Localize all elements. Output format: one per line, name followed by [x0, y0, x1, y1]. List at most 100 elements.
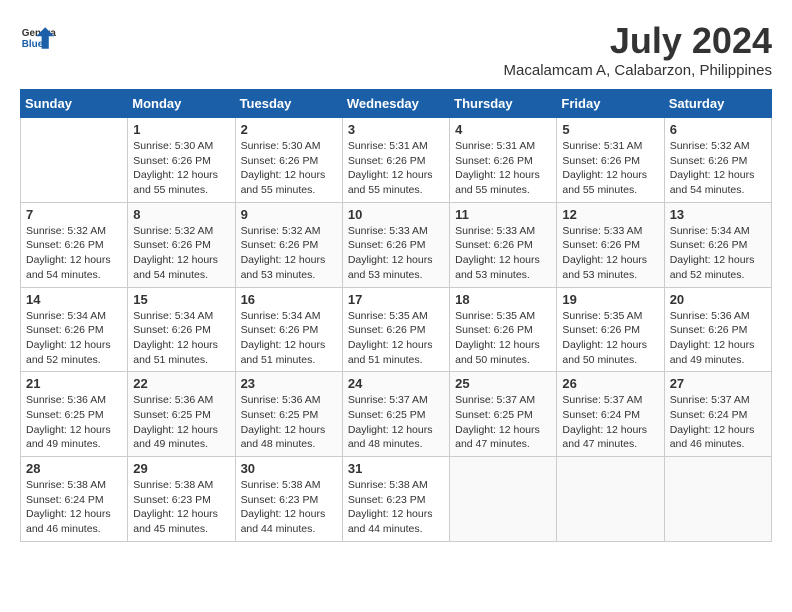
weekday-header-row: SundayMondayTuesdayWednesdayThursdayFrid… [21, 90, 772, 118]
day-info: Sunrise: 5:30 AM Sunset: 6:26 PM Dayligh… [241, 139, 337, 198]
day-number: 31 [348, 461, 444, 476]
day-info: Sunrise: 5:36 AM Sunset: 6:25 PM Dayligh… [133, 393, 229, 452]
day-info: Sunrise: 5:31 AM Sunset: 6:26 PM Dayligh… [455, 139, 551, 198]
calendar-cell: 7 Sunrise: 5:32 AM Sunset: 6:26 PM Daylig… [21, 202, 128, 287]
day-info: Sunrise: 5:34 AM Sunset: 6:26 PM Dayligh… [133, 309, 229, 368]
day-number: 2 [241, 122, 337, 137]
weekday-header: Thursday [450, 90, 557, 118]
day-number: 11 [455, 207, 551, 222]
day-info: Sunrise: 5:38 AM Sunset: 6:23 PM Dayligh… [241, 478, 337, 537]
day-info: Sunrise: 5:35 AM Sunset: 6:26 PM Dayligh… [348, 309, 444, 368]
day-number: 24 [348, 376, 444, 391]
day-number: 12 [562, 207, 658, 222]
day-info: Sunrise: 5:34 AM Sunset: 6:26 PM Dayligh… [670, 224, 766, 283]
calendar-cell: 16 Sunrise: 5:34 AM Sunset: 6:26 PM Dayli… [235, 287, 342, 372]
calendar-cell: 4Sunrise: 5:31 AM Sunset: 6:26 PM Daylig… [450, 118, 557, 203]
day-number: 20 [670, 292, 766, 307]
day-info: Sunrise: 5:32 AM Sunset: 6:26 PM Dayligh… [26, 224, 122, 283]
title-block: July 2024 Macalamcam A, Calabarzon, Phil… [504, 20, 772, 79]
day-number: 30 [241, 461, 337, 476]
day-info: Sunrise: 5:32 AM Sunset: 6:26 PM Dayligh… [133, 224, 229, 283]
logo-icon: General Blue [20, 20, 56, 56]
calendar-table: SundayMondayTuesdayWednesdayThursdayFrid… [20, 89, 772, 542]
weekday-header: Friday [557, 90, 664, 118]
day-number: 25 [455, 376, 551, 391]
day-info: Sunrise: 5:38 AM Sunset: 6:23 PM Dayligh… [133, 478, 229, 537]
day-number: 18 [455, 292, 551, 307]
day-info: Sunrise: 5:38 AM Sunset: 6:23 PM Dayligh… [348, 478, 444, 537]
calendar-cell: 26 Sunrise: 5:37 AM Sunset: 6:24 PM Dayli… [557, 372, 664, 457]
calendar-cell: 2 Sunrise: 5:30 AM Sunset: 6:26 PM Daylig… [235, 118, 342, 203]
calendar-cell: 1 Sunrise: 5:30 AM Sunset: 6:26 PM Daylig… [128, 118, 235, 203]
day-number: 9 [241, 207, 337, 222]
day-info: Sunrise: 5:32 AM Sunset: 6:26 PM Dayligh… [670, 139, 766, 198]
day-info: Sunrise: 5:34 AM Sunset: 6:26 PM Dayligh… [26, 309, 122, 368]
day-info: Sunrise: 5:35 AM Sunset: 6:26 PM Dayligh… [562, 309, 658, 368]
calendar-cell: 8Sunrise: 5:32 AM Sunset: 6:26 PM Daylig… [128, 202, 235, 287]
day-info: Sunrise: 5:30 AM Sunset: 6:26 PM Dayligh… [133, 139, 229, 198]
weekday-header: Tuesday [235, 90, 342, 118]
day-info: Sunrise: 5:37 AM Sunset: 6:24 PM Dayligh… [562, 393, 658, 452]
location: Macalamcam A, Calabarzon, Philippines [504, 62, 772, 79]
calendar-cell: 31 Sunrise: 5:38 AM Sunset: 6:23 PM Dayli… [342, 457, 449, 542]
day-info: Sunrise: 5:33 AM Sunset: 6:26 PM Dayligh… [348, 224, 444, 283]
day-number: 19 [562, 292, 658, 307]
calendar-week-row: 28Sunrise: 5:38 AM Sunset: 6:24 PM Dayli… [21, 457, 772, 542]
day-number: 13 [670, 207, 766, 222]
day-number: 29 [133, 461, 229, 476]
calendar-cell [664, 457, 771, 542]
day-number: 23 [241, 376, 337, 391]
month-title: July 2024 [504, 20, 772, 62]
day-info: Sunrise: 5:36 AM Sunset: 6:26 PM Dayligh… [670, 309, 766, 368]
calendar-cell: 17 Sunrise: 5:35 AM Sunset: 6:26 PM Dayli… [342, 287, 449, 372]
day-number: 27 [670, 376, 766, 391]
day-number: 3 [348, 122, 444, 137]
calendar-cell: 9 Sunrise: 5:32 AM Sunset: 6:26 PM Daylig… [235, 202, 342, 287]
calendar-cell [21, 118, 128, 203]
calendar-cell: 24 Sunrise: 5:37 AM Sunset: 6:25 PM Dayli… [342, 372, 449, 457]
calendar-cell: 15Sunrise: 5:34 AM Sunset: 6:26 PM Dayli… [128, 287, 235, 372]
calendar-cell: 21 Sunrise: 5:36 AM Sunset: 6:25 PM Dayli… [21, 372, 128, 457]
calendar-cell: 3 Sunrise: 5:31 AM Sunset: 6:26 PM Daylig… [342, 118, 449, 203]
calendar-cell: 6 Sunrise: 5:32 AM Sunset: 6:26 PM Daylig… [664, 118, 771, 203]
day-number: 14 [26, 292, 122, 307]
calendar-cell: 11Sunrise: 5:33 AM Sunset: 6:26 PM Dayli… [450, 202, 557, 287]
day-number: 17 [348, 292, 444, 307]
calendar-cell: 14 Sunrise: 5:34 AM Sunset: 6:26 PM Dayli… [21, 287, 128, 372]
calendar-week-row: 1 Sunrise: 5:30 AM Sunset: 6:26 PM Daylig… [21, 118, 772, 203]
page-header: General Blue July 2024 Macalamcam A, Cal… [20, 20, 772, 79]
calendar-cell: 5Sunrise: 5:31 AM Sunset: 6:26 PM Daylig… [557, 118, 664, 203]
calendar-cell: 12 Sunrise: 5:33 AM Sunset: 6:26 PM Dayli… [557, 202, 664, 287]
day-number: 1 [133, 122, 229, 137]
weekday-header: Wednesday [342, 90, 449, 118]
calendar-cell: 29 Sunrise: 5:38 AM Sunset: 6:23 PM Dayli… [128, 457, 235, 542]
calendar-cell: 18 Sunrise: 5:35 AM Sunset: 6:26 PM Dayli… [450, 287, 557, 372]
day-number: 6 [670, 122, 766, 137]
day-info: Sunrise: 5:31 AM Sunset: 6:26 PM Dayligh… [348, 139, 444, 198]
day-info: Sunrise: 5:34 AM Sunset: 6:26 PM Dayligh… [241, 309, 337, 368]
day-info: Sunrise: 5:37 AM Sunset: 6:25 PM Dayligh… [455, 393, 551, 452]
calendar-week-row: 21 Sunrise: 5:36 AM Sunset: 6:25 PM Dayli… [21, 372, 772, 457]
day-info: Sunrise: 5:36 AM Sunset: 6:25 PM Dayligh… [26, 393, 122, 452]
day-number: 21 [26, 376, 122, 391]
day-number: 7 [26, 207, 122, 222]
calendar-cell [557, 457, 664, 542]
calendar-cell: 27Sunrise: 5:37 AM Sunset: 6:24 PM Dayli… [664, 372, 771, 457]
day-info: Sunrise: 5:37 AM Sunset: 6:25 PM Dayligh… [348, 393, 444, 452]
calendar-cell: 10Sunrise: 5:33 AM Sunset: 6:26 PM Dayli… [342, 202, 449, 287]
calendar-cell: 25 Sunrise: 5:37 AM Sunset: 6:25 PM Dayli… [450, 372, 557, 457]
day-info: Sunrise: 5:32 AM Sunset: 6:26 PM Dayligh… [241, 224, 337, 283]
day-info: Sunrise: 5:38 AM Sunset: 6:24 PM Dayligh… [26, 478, 122, 537]
logo: General Blue [20, 20, 56, 56]
calendar-cell: 28Sunrise: 5:38 AM Sunset: 6:24 PM Dayli… [21, 457, 128, 542]
day-info: Sunrise: 5:35 AM Sunset: 6:26 PM Dayligh… [455, 309, 551, 368]
day-number: 26 [562, 376, 658, 391]
weekday-header: Saturday [664, 90, 771, 118]
day-info: Sunrise: 5:33 AM Sunset: 6:26 PM Dayligh… [562, 224, 658, 283]
calendar-cell: 20 Sunrise: 5:36 AM Sunset: 6:26 PM Dayli… [664, 287, 771, 372]
weekday-header: Monday [128, 90, 235, 118]
calendar-cell: 30 Sunrise: 5:38 AM Sunset: 6:23 PM Dayli… [235, 457, 342, 542]
day-number: 16 [241, 292, 337, 307]
day-number: 5 [562, 122, 658, 137]
calendar-cell: 22Sunrise: 5:36 AM Sunset: 6:25 PM Dayli… [128, 372, 235, 457]
